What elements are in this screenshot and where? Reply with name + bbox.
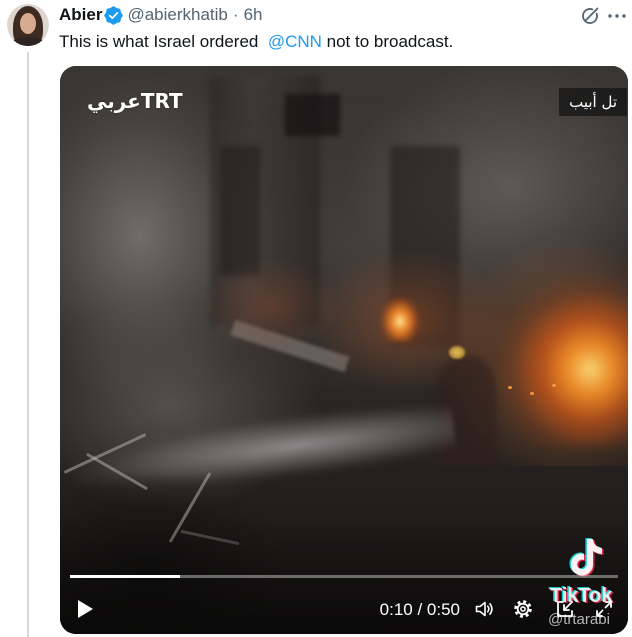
video-frame [60, 66, 628, 634]
pip-icon [557, 601, 573, 617]
author-handle[interactable]: @abierkhatib [127, 4, 227, 26]
ember [552, 384, 556, 387]
time-separator: / [412, 600, 427, 619]
tweet-text-end: not to broadcast. [321, 32, 454, 51]
verified-badge-icon [104, 5, 124, 25]
location-label: تل أبيب [559, 88, 627, 116]
thread-line [27, 52, 29, 637]
ember [530, 392, 534, 395]
tweet-text-start: This is what Israel ordered [59, 32, 268, 51]
play-button[interactable] [76, 599, 94, 619]
grok-icon [582, 7, 599, 24]
author-name[interactable]: Abier [59, 4, 102, 26]
duration: 0:50 [426, 600, 460, 619]
channel-logo: عربيTRT [87, 89, 183, 113]
progress-bar[interactable] [70, 575, 618, 578]
progress-played [70, 575, 180, 578]
post-time[interactable]: 6h [244, 4, 263, 26]
fire-flame [380, 296, 420, 342]
play-icon [78, 600, 93, 618]
firefighter-helmet [449, 346, 465, 359]
settings-button[interactable] [513, 599, 533, 619]
avatar[interactable] [7, 4, 49, 46]
settings-icon [514, 600, 532, 618]
time-display: 0:10 / 0:50 [380, 599, 460, 621]
fullscreen-button[interactable] [595, 600, 613, 618]
pip-button[interactable] [555, 599, 575, 619]
current-time: 0:10 [379, 600, 413, 619]
more-button[interactable] [607, 6, 627, 26]
mention-link[interactable]: @CNN [268, 32, 322, 51]
meta-separator: · [232, 5, 239, 24]
grok-button[interactable] [580, 6, 600, 26]
tweet-text: This is what Israel ordered @CNN not to … [59, 31, 453, 53]
ember [508, 386, 512, 389]
bottom-shade [60, 514, 628, 634]
more-icon [608, 14, 626, 18]
fullscreen-icon [596, 601, 612, 617]
dark-window [285, 94, 340, 136]
fire-flame [500, 276, 628, 446]
avatar-face [20, 13, 36, 34]
tweet-header: Abier @abierkhatib · 6h [59, 4, 263, 26]
tiktok-logo-icon [569, 538, 604, 577]
video-player[interactable]: عربيTRT تل أبيب TikTok @trtarabi 0:10 / … [60, 66, 628, 634]
volume-icon [475, 601, 493, 617]
volume-button[interactable] [474, 599, 494, 619]
